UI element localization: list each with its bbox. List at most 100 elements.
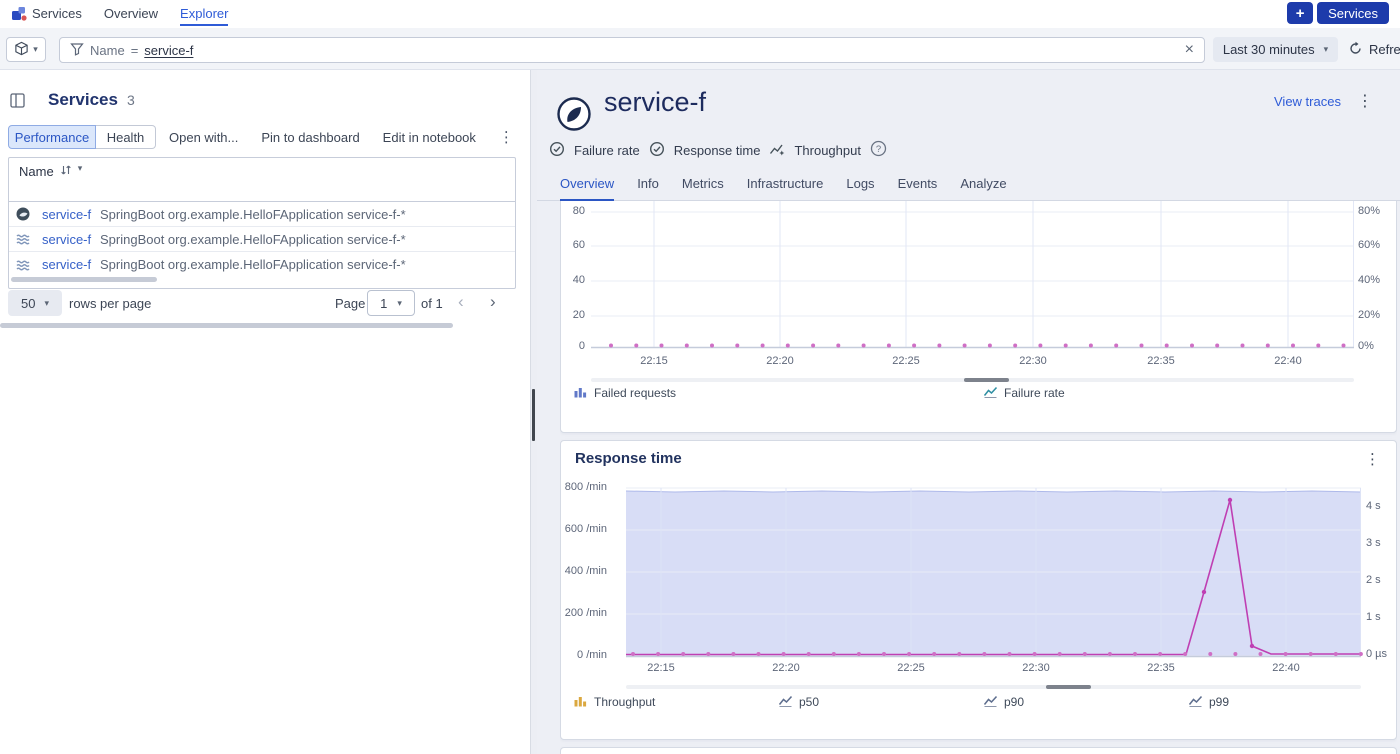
chevron-down-icon[interactable]: ▾ <box>78 164 83 173</box>
scope-picker-button[interactable]: ▾ <box>6 37 46 62</box>
edit-in-notebook-button[interactable]: Edit in notebook <box>383 130 476 145</box>
page-number-select[interactable]: 1 ▾ <box>367 290 415 316</box>
previous-page-button[interactable]: ‹ <box>458 292 464 312</box>
chart-scrollbar-thumb[interactable] <box>1046 685 1091 689</box>
y-axis-tick: 80 <box>561 204 585 219</box>
y2-axis-tick: 0% <box>1358 339 1374 354</box>
y2-axis-tick: 3 s <box>1366 536 1381 551</box>
top-navbar: Services Overview Explorer + Services <box>0 0 1400 28</box>
page-size-select[interactable]: 50 ▾ <box>8 290 62 316</box>
panel-horizontal-scrollbar[interactable] <box>0 323 453 328</box>
legend-item[interactable]: Failed requests <box>574 385 779 401</box>
results-count: 3 <box>127 92 135 108</box>
chart-scrollbar-thumb[interactable] <box>964 378 1009 382</box>
bar-chart-icon <box>574 694 587 710</box>
service-link[interactable]: service-f <box>42 232 96 247</box>
table-row[interactable]: service-f SpringBoot org.example.HelloFA… <box>9 227 515 252</box>
service-link[interactable]: service-f <box>42 207 96 222</box>
view-traces-link[interactable]: View traces <box>1274 94 1341 109</box>
tab-events[interactable]: Events <box>898 176 938 200</box>
tab-infrastructure[interactable]: Infrastructure <box>747 176 824 200</box>
legend-item[interactable]: p99 <box>1189 694 1394 710</box>
services-button[interactable]: Services <box>1317 2 1389 24</box>
chip-label: Response time <box>674 143 761 158</box>
add-button[interactable]: + <box>1287 2 1313 24</box>
response-time-card: Response time ⋮ 800 /min600 /min400 /min… <box>560 440 1397 740</box>
service-type-icon <box>15 231 31 247</box>
table-row[interactable]: service-f SpringBoot org.example.HelloFA… <box>9 252 515 277</box>
time-range-dropdown[interactable]: Last 30 minutes ▾ <box>1213 37 1338 62</box>
services-table: Name ▾ service-f SpringBoot org.example.… <box>8 157 516 289</box>
service-title: service-f <box>604 87 706 118</box>
failure-chart-plot[interactable] <box>591 201 1354 350</box>
page-size-value: 50 <box>21 296 35 311</box>
filter-value: service-f <box>144 43 193 58</box>
tab-performance[interactable]: Performance <box>8 125 96 149</box>
y-axis-tick: 60 <box>561 238 585 253</box>
nav-overview[interactable]: Overview <box>104 2 158 26</box>
plus-icon: + <box>1296 5 1305 22</box>
legend-label: Failure rate <box>1004 386 1065 400</box>
sort-icon[interactable] <box>60 164 72 179</box>
main-area: Services 3 Performance Health Open with.… <box>0 70 1400 754</box>
topbar-actions: + Services <box>1287 2 1389 24</box>
legend-item[interactable]: Throughput <box>574 694 779 710</box>
service-link[interactable]: service-f <box>42 257 96 272</box>
y-axis-tick: 400 /min <box>561 564 607 579</box>
tab-analyze[interactable]: Analyze <box>960 176 1006 200</box>
x-axis-tick: 22:20 <box>760 354 800 369</box>
tab-info[interactable]: Info <box>637 176 659 200</box>
filter-field: Name <box>90 43 125 58</box>
pin-to-dashboard-button[interactable]: Pin to dashboard <box>261 130 359 145</box>
tab-health[interactable]: Health <box>96 125 156 149</box>
list-toolbar: Performance Health Open with... Pin to d… <box>8 125 513 149</box>
refresh-icon <box>1348 41 1363 59</box>
line-chart-icon <box>1189 694 1202 710</box>
line-chart-icon <box>779 694 792 710</box>
chip-response-time[interactable]: Response time <box>649 141 761 160</box>
clear-filter-button[interactable]: × <box>1185 41 1194 59</box>
legend-item[interactable]: p90 <box>984 694 1189 710</box>
page-number-value: 1 <box>380 296 387 311</box>
table-horizontal-scrollbar[interactable] <box>11 277 157 282</box>
x-axis-tick: 22:15 <box>634 354 674 369</box>
legend-label: p99 <box>1209 695 1229 709</box>
y-axis-tick: 600 /min <box>561 522 607 537</box>
failure-rate-card: 80604020080%60%40%20%0%22:1522:2022:2522… <box>560 201 1397 433</box>
tab-overview[interactable]: Overview <box>560 176 614 201</box>
panel-header: Services 3 <box>10 90 135 110</box>
package-icon <box>14 41 29 59</box>
line-chart-icon <box>984 694 997 710</box>
metric-chips: Failure rate Response time Throughput ? <box>549 140 887 160</box>
tab-metrics[interactable]: Metrics <box>682 176 724 200</box>
service-description: SpringBoot org.example.HelloFApplication… <box>100 207 406 222</box>
resize-handle[interactable] <box>532 389 535 441</box>
table-row[interactable]: service-f SpringBoot org.example.HelloFA… <box>9 202 515 227</box>
query-filter-input[interactable]: Name = service-f × <box>59 37 1205 63</box>
app-logo-icon[interactable] <box>8 4 30 24</box>
table-header[interactable]: Name ▾ <box>9 158 515 202</box>
filter-operator: = <box>131 43 139 58</box>
legend-label: p90 <box>1004 695 1024 709</box>
open-with-button[interactable]: Open with... <box>169 130 238 145</box>
chip-throughput[interactable]: Throughput <box>769 141 861 160</box>
more-options-button[interactable]: ⋮ <box>499 128 513 146</box>
response-time-plot[interactable] <box>626 488 1361 660</box>
y2-axis-tick: 1 s <box>1366 610 1381 625</box>
sparkline-icon <box>769 141 785 160</box>
detail-menu-button[interactable]: ⋮ <box>1357 91 1373 111</box>
nav-explorer[interactable]: Explorer <box>180 2 228 26</box>
chip-label: Throughput <box>794 143 861 158</box>
legend-item[interactable]: p50 <box>779 694 984 710</box>
nav-services[interactable]: Services <box>32 2 82 26</box>
next-page-button[interactable]: › <box>490 292 496 312</box>
y2-axis-tick: 2 s <box>1366 573 1381 588</box>
chip-failure-rate[interactable]: Failure rate <box>549 141 640 160</box>
column-name-header[interactable]: Name <box>19 164 54 179</box>
refresh-button[interactable]: Refresh <box>1348 37 1400 62</box>
tab-logs[interactable]: Logs <box>846 176 874 200</box>
y-axis-tick: 0 /min <box>561 648 607 663</box>
legend-item[interactable]: Failure rate <box>984 385 1189 401</box>
help-icon[interactable]: ? <box>870 140 887 160</box>
y-axis-tick: 0 <box>561 339 585 354</box>
